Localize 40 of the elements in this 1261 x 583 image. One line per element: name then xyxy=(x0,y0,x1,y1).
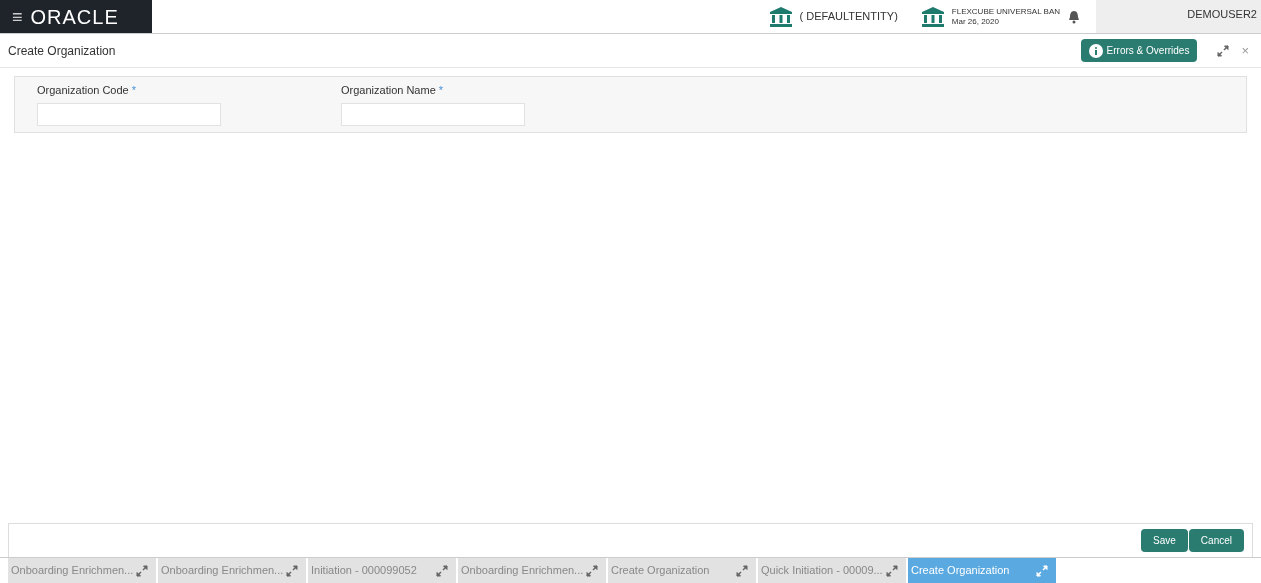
info-icon xyxy=(1088,43,1103,58)
logo: ORACLE xyxy=(30,4,119,30)
tab-label: Create Organization xyxy=(911,563,1010,579)
tab-label: Create Organization xyxy=(611,563,710,579)
expand-icon[interactable] xyxy=(1036,564,1048,577)
action-button[interactable]: Cancel xyxy=(1188,529,1244,552)
bell-icon[interactable] xyxy=(1068,9,1080,24)
entity-label: ( DEFAULTENTITY) xyxy=(799,9,898,25)
input-field[interactable] xyxy=(37,102,221,126)
task-tab[interactable]: Onboarding Enrichmen... xyxy=(158,558,306,583)
task-tab[interactable]: Quick Initiation - 00009... xyxy=(758,558,906,583)
expand-icon[interactable] xyxy=(136,564,148,577)
input-field[interactable] xyxy=(341,102,525,126)
task-tab[interactable]: Onboarding Enrichmen... xyxy=(8,558,156,583)
branch-name: FLEXCUBE UNIVERSAL BAN xyxy=(951,6,1060,17)
tab-label: Onboarding Enrichmen... xyxy=(161,563,284,579)
branch-date: Mar 26, 2020 xyxy=(951,16,1000,27)
task-tab[interactable]: Create Organization xyxy=(608,558,756,583)
menu-icon[interactable]: ≡ xyxy=(12,2,23,31)
errors-overrides-button[interactable]: Errors & Overrides xyxy=(1080,39,1198,62)
expand-icon[interactable] xyxy=(886,564,898,577)
expand-icon[interactable] xyxy=(436,564,448,577)
task-tab[interactable]: Create Organization xyxy=(908,558,1056,583)
tab-label: Onboarding Enrichmen... xyxy=(461,563,584,579)
tab-label: Onboarding Enrichmen... xyxy=(11,563,134,579)
expand-icon[interactable] xyxy=(586,564,598,577)
tab-label: Initiation - 000099052 xyxy=(311,563,417,579)
bank-icon xyxy=(769,6,792,27)
expand-icon[interactable] xyxy=(286,564,298,577)
close-icon[interactable]: × xyxy=(1241,40,1249,61)
field-label: Organization Code * xyxy=(37,83,138,98)
expand-icon[interactable] xyxy=(1217,44,1230,57)
task-tab[interactable]: Onboarding Enrichmen... xyxy=(458,558,606,583)
page-title: Create Organization xyxy=(8,42,117,60)
tab-label: Quick Initiation - 00009... xyxy=(761,563,883,579)
task-tab[interactable]: Initiation - 000099052 xyxy=(308,558,456,583)
expand-icon[interactable] xyxy=(736,564,748,577)
bank-icon xyxy=(921,6,944,27)
action-button[interactable]: Save xyxy=(1141,529,1188,552)
field-label: Organization Name * xyxy=(341,83,445,98)
